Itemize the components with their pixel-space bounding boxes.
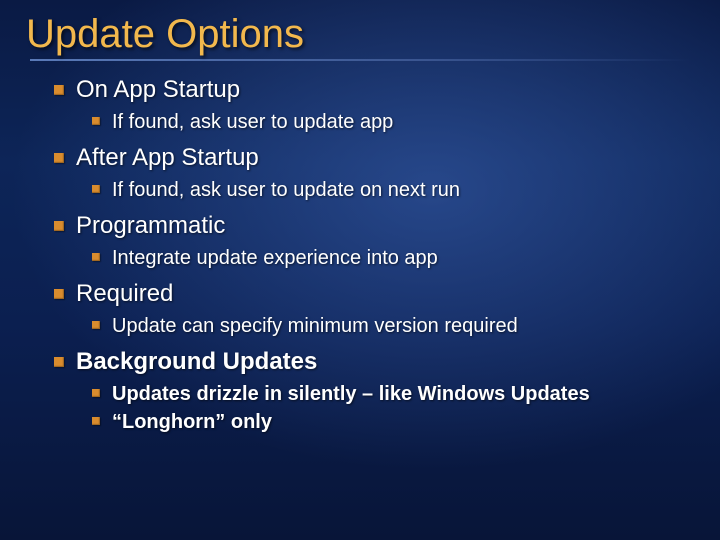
bullet-text: Required bbox=[76, 280, 173, 307]
bullet-text: Background Updates bbox=[76, 348, 317, 375]
bullet-level1: Required Update can specify minimum versi… bbox=[76, 279, 690, 339]
slide-title: Update Options bbox=[26, 12, 690, 57]
bullet-level2: If found, ask user to update app bbox=[112, 109, 690, 135]
sub-bullet-list: If found, ask user to update on next run bbox=[76, 177, 690, 203]
bullet-list: On App Startup If found, ask user to upda… bbox=[30, 75, 690, 435]
bullet-level1: On App Startup If found, ask user to upda… bbox=[76, 75, 690, 135]
sub-bullet-list: If found, ask user to update app bbox=[76, 109, 690, 135]
bullet-level1: After App Startup If found, ask user to u… bbox=[76, 143, 690, 203]
bullet-level2: “Longhorn” only bbox=[112, 409, 690, 435]
bullet-text: Programmatic bbox=[76, 212, 225, 239]
bullet-level2: Update can specify minimum version requi… bbox=[112, 313, 690, 339]
bullet-level2: Updates drizzle in silently – like Windo… bbox=[112, 381, 690, 407]
slide: Update Options On App Startup If found, a… bbox=[0, 0, 720, 540]
bullet-level1: Programmatic Integrate update experience … bbox=[76, 211, 690, 271]
sub-bullet-list: Integrate update experience into app bbox=[76, 245, 690, 271]
bullet-text: After App Startup bbox=[76, 144, 259, 171]
title-underline bbox=[30, 59, 690, 61]
bullet-level2: Integrate update experience into app bbox=[112, 245, 690, 271]
bullet-text: On App Startup bbox=[76, 76, 240, 103]
sub-bullet-list: Updates drizzle in silently – like Windo… bbox=[76, 381, 690, 435]
sub-bullet-list: Update can specify minimum version requi… bbox=[76, 313, 690, 339]
bullet-level1: Background Updates Updates drizzle in sil… bbox=[76, 347, 690, 435]
slide-content: On App Startup If found, ask user to upda… bbox=[30, 75, 690, 435]
bullet-level2: If found, ask user to update on next run bbox=[112, 177, 690, 203]
